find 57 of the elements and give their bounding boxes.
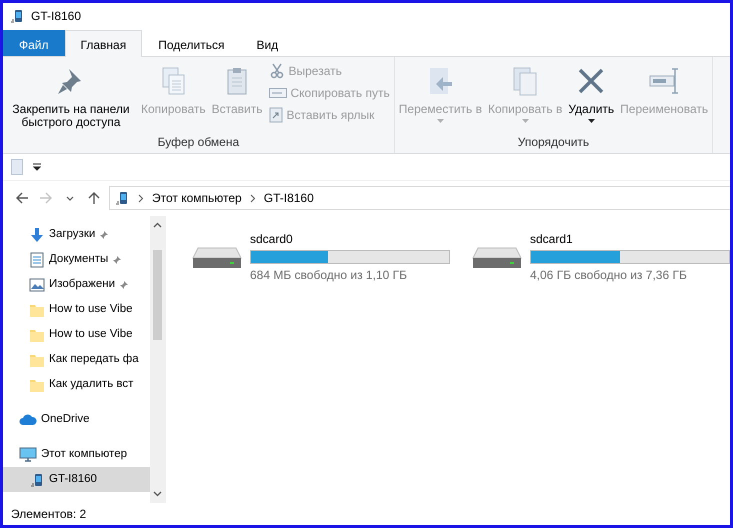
cloud-icon [19, 412, 37, 426]
forward-icon [39, 190, 53, 205]
sidebar-item[interactable]: Этот компьютер [3, 442, 150, 467]
sidebar-item[interactable]: How to use Vibe [3, 297, 150, 322]
delete-button[interactable]: Удалить [566, 59, 616, 133]
sidebar-item[interactable]: OneDrive [3, 407, 150, 432]
picture-icon [29, 276, 45, 292]
pin-icon [119, 280, 130, 290]
address-bar[interactable]: Этот компьютер GT-I8160 [109, 186, 730, 210]
ribbon-tab[interactable]: Главная [64, 30, 142, 57]
caret-icon [436, 119, 444, 123]
caret-icon [522, 119, 529, 123]
status-text: Элементов: 2 [11, 506, 86, 523]
sidebar-item[interactable]: Как передать фа [3, 347, 150, 372]
back-icon [15, 190, 29, 205]
scroll-down-icon [153, 491, 162, 497]
customize-toolbar-icon [33, 163, 41, 171]
drive-name: sdcard0 [250, 231, 294, 248]
drive-tile[interactable]: sdcard0 684 МБ свободно из 1,10 ГБ [192, 230, 450, 284]
breadcrumb[interactable]: GT-I8160 [264, 189, 314, 207]
sidebar-item[interactable]: Загрузки [3, 222, 150, 247]
sidebar-item[interactable]: Документы [3, 247, 150, 272]
phone-icon [29, 472, 45, 488]
chevron-icon [250, 194, 256, 202]
scissors-icon [268, 63, 284, 79]
window-title: GT-I8160 [31, 8, 82, 25]
drive-name: sdcard1 [530, 231, 574, 248]
path-icon [268, 87, 286, 99]
pin-icon [99, 230, 110, 240]
drive-space-text: 4,06 ГБ свободно из 7,36 ГБ [530, 267, 688, 284]
document-icon [29, 252, 45, 268]
chevron-icon [138, 194, 144, 202]
sidebar-item[interactable]: Изображени [3, 272, 150, 297]
scrollbar-thumb[interactable] [153, 250, 162, 340]
caret-icon [588, 119, 595, 123]
file-menu-tab[interactable]: Файл [3, 30, 65, 56]
up-icon [87, 190, 101, 205]
group-label: Буфер обмена [156, 134, 240, 151]
breadcrumb[interactable]: Этот компьютер [152, 189, 242, 207]
ribbon-tab[interactable]: Вид [240, 30, 294, 57]
drive-tile[interactable]: sdcard1 4,06 ГБ свободно из 7,36 ГБ [472, 230, 730, 284]
sidebar-item[interactable]: How to use Vibe [3, 322, 150, 347]
download-icon [29, 226, 45, 242]
scrollbar[interactable] [150, 216, 166, 503]
shortcut-icon [268, 107, 282, 123]
sidebar-item[interactable]: Как удалить вст [3, 372, 150, 397]
ribbon-tab[interactable]: Поделиться [142, 30, 240, 57]
sidebar-item[interactable]: GT-I8160 [3, 467, 150, 492]
computer-icon [19, 446, 37, 462]
phone-icon [114, 190, 130, 206]
phone-icon [9, 8, 25, 24]
scroll-up-icon [153, 222, 162, 228]
drive-space-text: 684 МБ свободно из 1,10 ГБ [250, 267, 408, 284]
group-label: Упорядочить [516, 134, 590, 151]
document-icon [11, 159, 23, 175]
pin-icon [112, 254, 122, 264]
pin-button[interactable]: Закрепить на панели быстрого доступа [5, 59, 137, 133]
